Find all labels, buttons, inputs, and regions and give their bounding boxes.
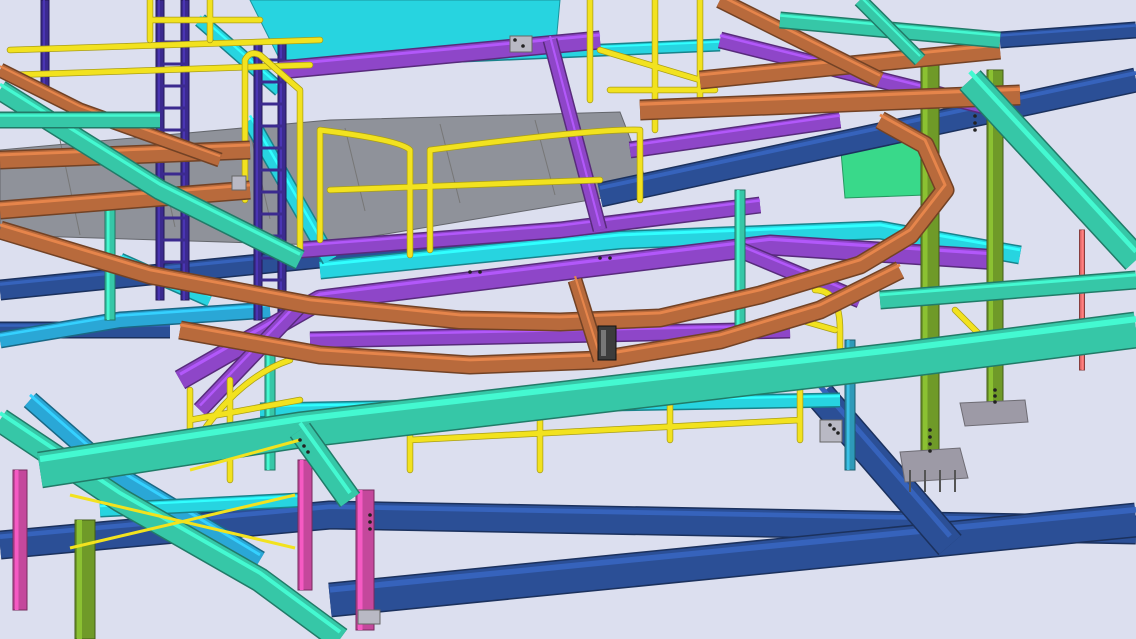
bolt-icon bbox=[973, 114, 977, 118]
steel-structure-model[interactable] bbox=[0, 0, 1136, 639]
bolt-icon bbox=[478, 270, 482, 274]
bolt-icon bbox=[828, 423, 832, 427]
bolt-icon bbox=[468, 270, 472, 274]
bolt-icon bbox=[928, 435, 932, 439]
bolt-icon bbox=[836, 431, 840, 435]
column-magenta-flange bbox=[300, 460, 304, 590]
bolt-icon bbox=[928, 442, 932, 446]
gusset-plate bbox=[819, 419, 843, 443]
bolt-icon bbox=[302, 444, 306, 448]
clamp-icon bbox=[597, 325, 617, 361]
column-green bbox=[734, 189, 746, 341]
bolt-icon bbox=[832, 427, 836, 431]
clamp-icon-jaw bbox=[601, 330, 606, 356]
column-olive-flange bbox=[923, 60, 928, 460]
bolt-icon bbox=[368, 520, 372, 524]
ladder-stringer-flange bbox=[256, 40, 258, 320]
bolt-icon bbox=[973, 121, 977, 125]
bolt-icon bbox=[306, 450, 310, 454]
bolt-icon bbox=[368, 527, 372, 531]
gusset-plate bbox=[357, 609, 381, 625]
column-magenta-flange bbox=[358, 490, 363, 630]
bolt-icon bbox=[521, 44, 525, 48]
column-green-flange bbox=[737, 190, 740, 340]
bolt-icon bbox=[928, 428, 932, 432]
bolt-icon bbox=[993, 394, 997, 398]
bolt-icon bbox=[928, 449, 932, 453]
gusset-plate bbox=[509, 35, 533, 53]
bolt-icon bbox=[368, 513, 372, 517]
column-magenta-flange bbox=[15, 470, 19, 610]
green-beam-right bbox=[879, 272, 1136, 308]
bolt-icon bbox=[598, 256, 602, 260]
gusset-plate bbox=[231, 175, 247, 191]
column-olive-flange bbox=[77, 520, 82, 639]
model-viewport[interactable] bbox=[0, 0, 1136, 639]
bolt-icon bbox=[993, 388, 997, 392]
bolt-icon bbox=[513, 38, 517, 42]
bolt-icon bbox=[993, 400, 997, 404]
bolt-icon bbox=[608, 256, 612, 260]
bolt-icon bbox=[298, 438, 302, 442]
base-plate-icon bbox=[959, 399, 1029, 427]
bolt-icon bbox=[973, 128, 977, 132]
